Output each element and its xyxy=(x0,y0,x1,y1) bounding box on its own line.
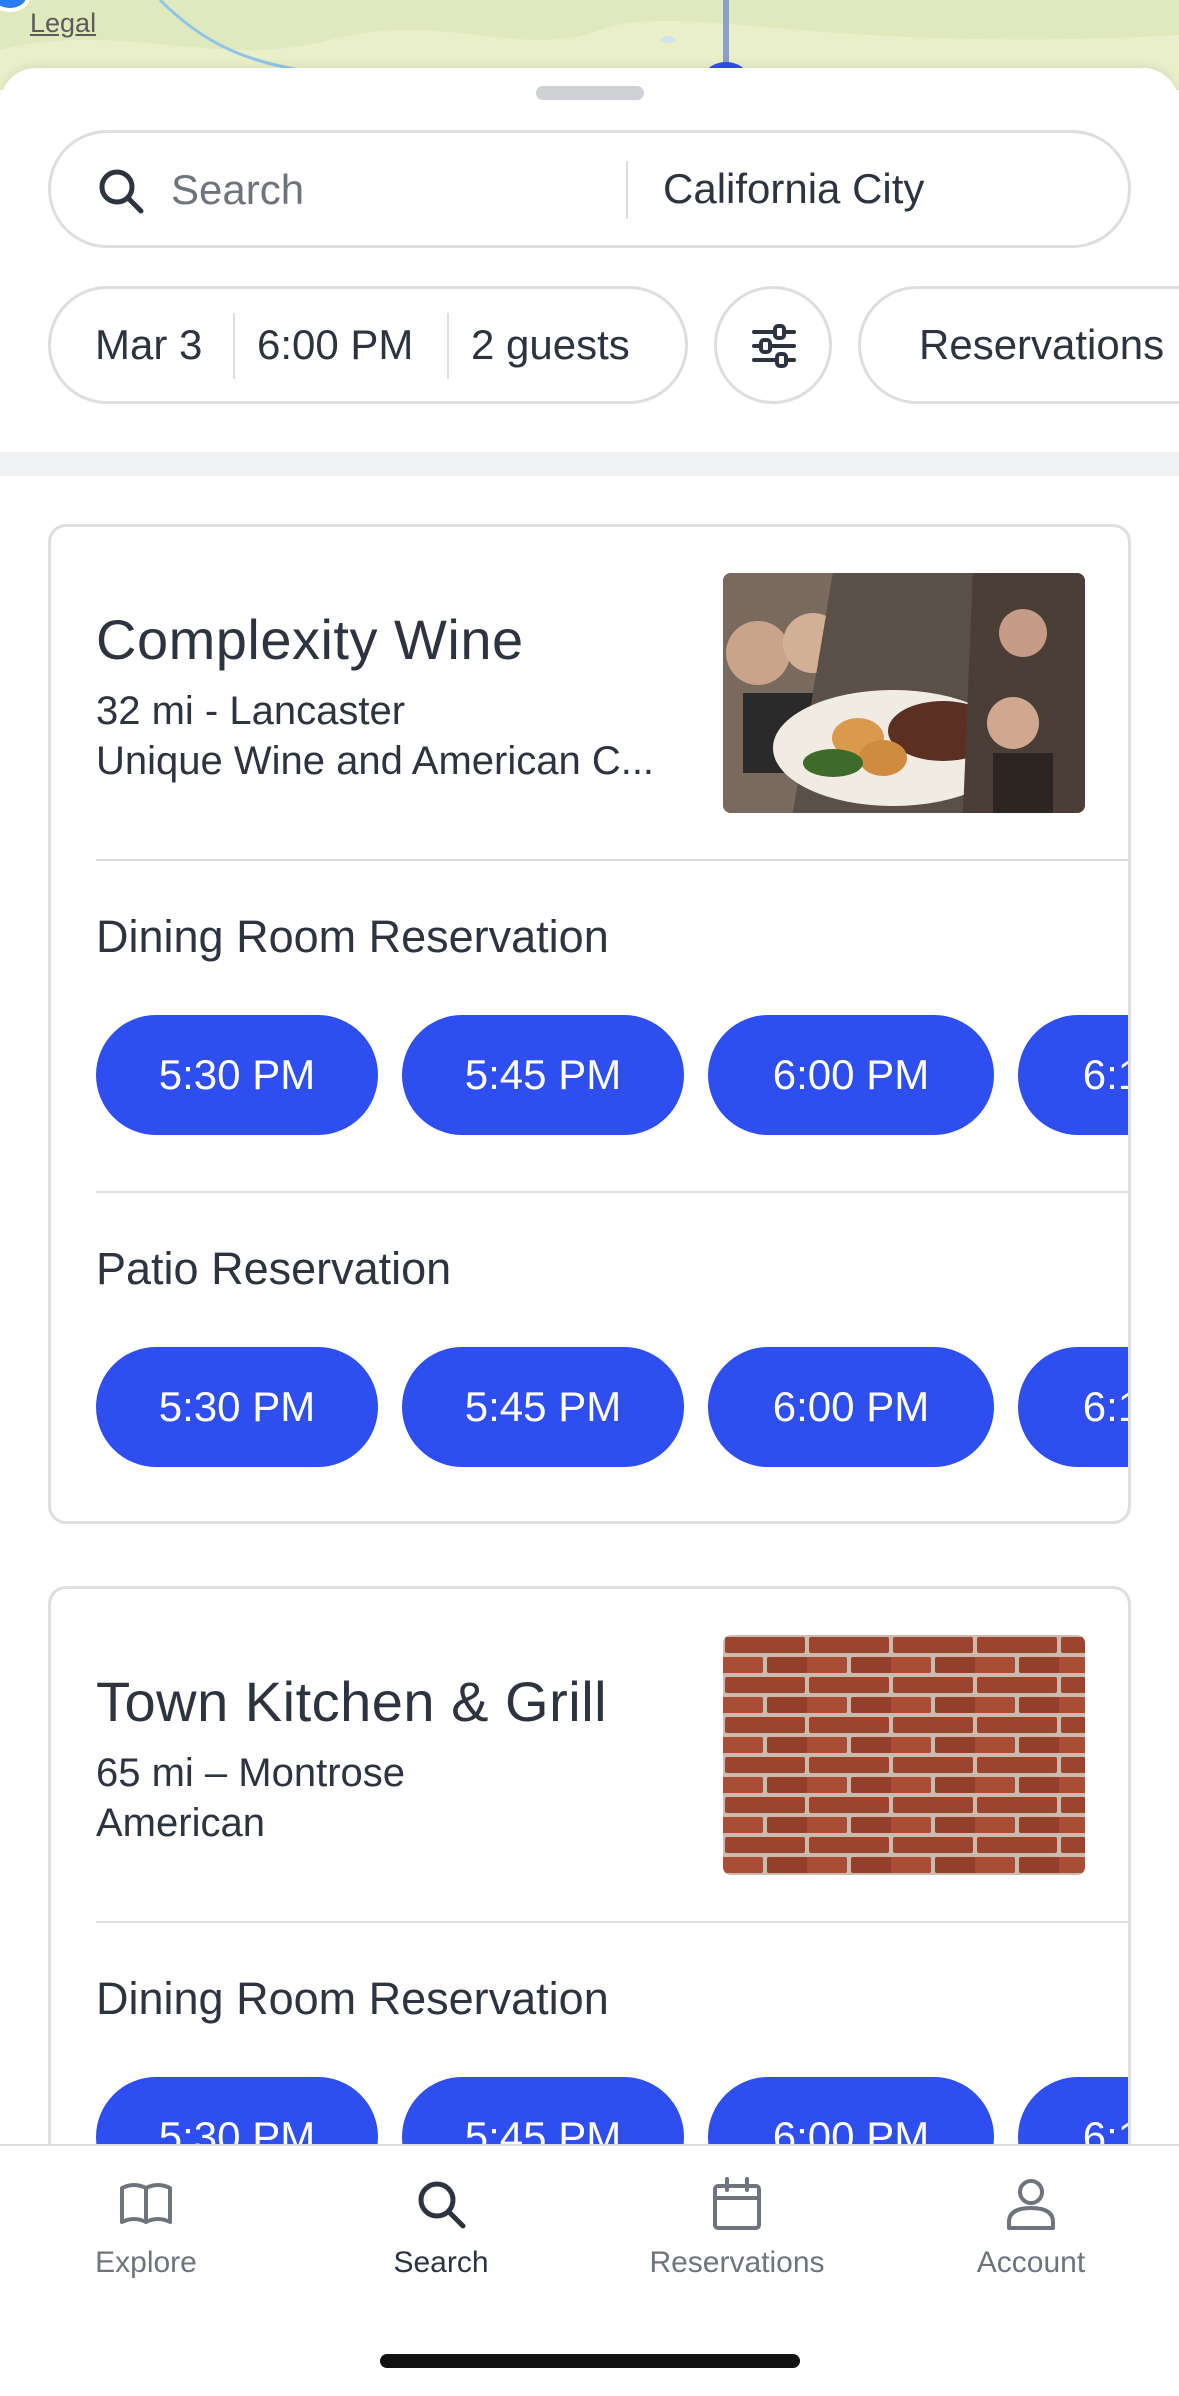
tab-label: Account xyxy=(976,2246,1086,2279)
time-slot-row: 5:30 PM 5:45 PM 6:00 PM 6:15 PM xyxy=(96,1347,1128,1467)
search-divider xyxy=(626,161,628,219)
card-divider xyxy=(96,859,1128,861)
book-icon xyxy=(120,2183,172,2224)
restaurant-name[interactable]: Town Kitchen & Grill xyxy=(96,1669,607,1734)
search-icon xyxy=(418,2181,466,2229)
date-value[interactable]: Mar 3 xyxy=(95,321,202,369)
tab-search[interactable]: Search xyxy=(321,2174,561,2280)
filters-button[interactable] xyxy=(714,286,832,404)
tab-label: Reservations xyxy=(649,2246,825,2279)
location-field[interactable]: California City xyxy=(663,165,924,213)
sliders-icon xyxy=(752,324,796,368)
search-input[interactable]: Search xyxy=(171,166,304,214)
map-legal-link[interactable]: Legal xyxy=(30,8,96,39)
restaurant-cuisine: Unique Wine and American C... xyxy=(96,739,655,783)
filter-chips: Mar 3 6:00 PM 2 guests Reservations xyxy=(48,286,1179,404)
food-photo-image xyxy=(723,573,1085,813)
calendar-icon xyxy=(713,2177,761,2230)
chip-divider xyxy=(447,313,449,379)
section-title: Patio Reservation xyxy=(96,1243,452,1294)
section-title: Dining Room Reservation xyxy=(96,1973,609,2024)
home-indicator[interactable] xyxy=(380,2354,800,2368)
tab-reservations[interactable]: Reservations xyxy=(617,2174,857,2280)
restaurant-name[interactable]: Complexity Wine xyxy=(96,607,524,672)
restaurant-photo[interactable] xyxy=(723,573,1085,813)
restaurant-distance: 32 mi - Lancaster xyxy=(96,689,406,733)
chip-divider xyxy=(233,313,235,379)
card-divider xyxy=(96,1191,1128,1193)
time-slot-button[interactable]: 6:15 PM xyxy=(1018,1015,1128,1135)
party-size-value[interactable]: 2 guests xyxy=(471,321,630,369)
date-time-party-chip[interactable]: Mar 3 6:00 PM 2 guests xyxy=(48,286,688,404)
reservations-chip[interactable]: Reservations xyxy=(858,286,1179,404)
tab-label: Search xyxy=(393,2246,489,2279)
tab-explore[interactable]: Explore xyxy=(26,2174,266,2280)
section-divider xyxy=(0,452,1179,476)
restaurant-distance: 65 mi – Montrose xyxy=(96,1751,406,1795)
search-icon xyxy=(99,169,144,214)
search-bar[interactable]: Search California City xyxy=(48,130,1131,248)
time-slot-button[interactable]: 5:30 PM xyxy=(96,1347,378,1467)
time-slot-button[interactable]: 5:45 PM xyxy=(402,1015,684,1135)
sheet-grabber[interactable] xyxy=(536,86,644,100)
time-value[interactable]: 6:00 PM xyxy=(257,321,413,369)
time-slot-button[interactable]: 6:00 PM xyxy=(708,1015,994,1135)
restaurant-photo[interactable] xyxy=(723,1635,1085,1875)
person-icon xyxy=(1007,2179,1055,2230)
time-slot-button[interactable]: 6:00 PM xyxy=(708,1347,994,1467)
brick-wall-image xyxy=(723,1635,1085,1875)
time-slot-row: 5:30 PM 5:45 PM 6:00 PM 6:15 PM xyxy=(96,1015,1128,1135)
time-slot-button[interactable]: 5:30 PM xyxy=(96,1015,378,1135)
restaurant-card[interactable]: Town Kitchen & Grill 65 mi – Montrose Am… xyxy=(48,1586,1131,2206)
restaurant-card[interactable]: Complexity Wine 32 mi - Lancaster Unique… xyxy=(48,524,1131,1524)
time-slot-button[interactable]: 5:45 PM xyxy=(402,1347,684,1467)
time-slot-button[interactable]: 6:15 PM xyxy=(1018,1347,1128,1467)
card-divider xyxy=(96,1921,1128,1923)
tab-account[interactable]: Account xyxy=(911,2174,1151,2280)
restaurant-cuisine: American xyxy=(96,1801,265,1845)
reservations-chip-label: Reservations xyxy=(919,321,1165,368)
tab-label: Explore xyxy=(95,2246,197,2279)
section-title: Dining Room Reservation xyxy=(96,911,609,962)
